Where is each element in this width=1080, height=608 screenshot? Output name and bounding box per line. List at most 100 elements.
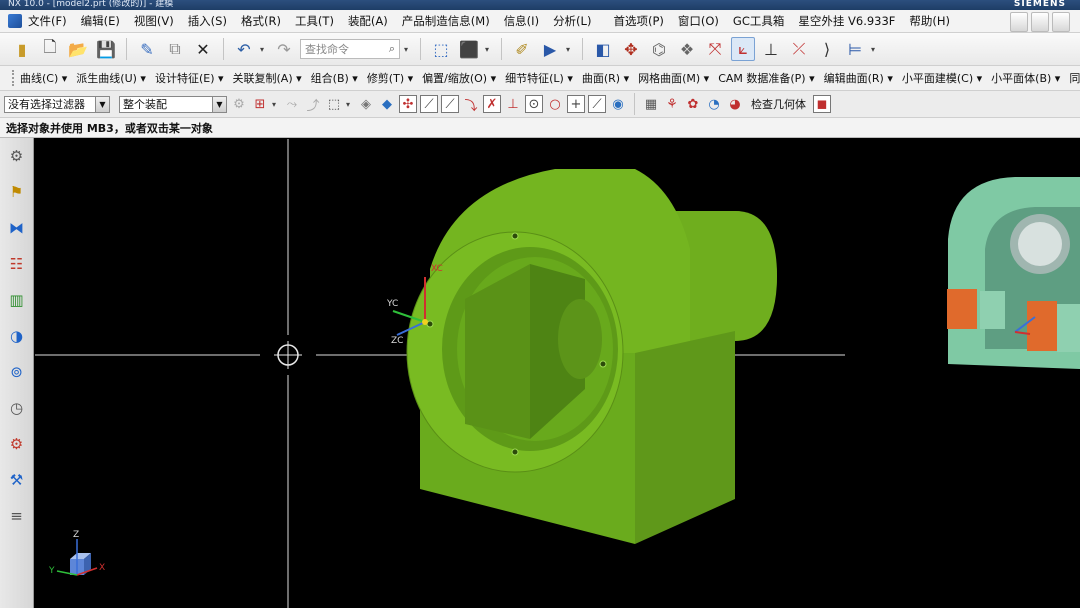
- transform-icon[interactable]: ⤧: [703, 37, 727, 61]
- grid-icon[interactable]: ▦: [642, 95, 660, 113]
- type-filter-select[interactable]: 没有选择过滤器 ▼: [4, 95, 110, 113]
- undo-icon[interactable]: ↶: [232, 37, 256, 61]
- wave-link-icon[interactable]: ✿: [684, 95, 702, 113]
- wcs-display-icon[interactable]: ⟩: [815, 37, 839, 61]
- move-icon[interactable]: ✥: [619, 37, 643, 61]
- menu-view[interactable]: 视图(V): [134, 13, 174, 29]
- cmd-facet-body[interactable]: 小平面体(B) ▾: [991, 70, 1060, 86]
- menu-gc-toolkit[interactable]: GC工具箱: [733, 13, 784, 29]
- menu-tools[interactable]: 工具(T): [295, 13, 334, 29]
- rectangle-select-icon[interactable]: ⬚: [325, 95, 343, 113]
- cmd-detail-feature[interactable]: 细节特征(L) ▾: [505, 70, 573, 86]
- control-point-icon[interactable]: ⤵: [462, 95, 480, 114]
- menu-window[interactable]: 窗口(O): [678, 13, 719, 29]
- process-studio-icon[interactable]: ⚒: [5, 466, 29, 494]
- feature-icon[interactable]: ⬛: [457, 37, 481, 61]
- assembly-nav-icon[interactable]: ⚘: [663, 95, 681, 113]
- nx-app-icon[interactable]: [8, 14, 22, 28]
- intersection-point-icon[interactable]: ✗: [483, 95, 501, 113]
- search-dropdown-icon[interactable]: ▾: [404, 45, 412, 54]
- history-icon[interactable]: ◷: [5, 394, 29, 422]
- bearing-housing-part[interactable]: [406, 169, 777, 544]
- layer-icon[interactable]: ◧: [591, 37, 615, 61]
- part-navigator-icon[interactable]: ☷: [5, 250, 29, 278]
- curve-rule-icon[interactable]: ⤳: [283, 95, 301, 113]
- mid-point-icon[interactable]: ⟋: [441, 95, 459, 113]
- body-select-icon[interactable]: ◈: [357, 95, 375, 113]
- new-file-icon[interactable]: 🗋: [38, 37, 62, 61]
- undo-dropdown-icon[interactable]: ▾: [260, 45, 268, 54]
- command-search-input[interactable]: 查找命令 ⌕: [300, 39, 400, 59]
- blend-icon[interactable]: ❖: [675, 37, 699, 61]
- cmd-combine[interactable]: 组合(B) ▾: [311, 70, 358, 86]
- cmd-surface[interactable]: 曲面(R) ▾: [582, 70, 629, 86]
- cmd-edit-surface[interactable]: 编辑曲面(R) ▾: [824, 70, 893, 86]
- feature-select-dropdown-icon[interactable]: ▾: [272, 100, 280, 109]
- menu-help[interactable]: 帮助(H): [909, 13, 950, 29]
- measure-icon[interactable]: ⊨: [843, 37, 867, 61]
- cmd-derived-curve[interactable]: 派生曲线(U) ▾: [76, 70, 146, 86]
- cmd-curve[interactable]: 曲线(C) ▾: [20, 70, 67, 86]
- feature-select-icon[interactable]: ⊞: [251, 95, 269, 113]
- filter-reset-icon[interactable]: ⚙: [230, 95, 248, 113]
- select-dropdown-icon[interactable]: ▾: [566, 45, 574, 54]
- stop-icon[interactable]: ◼: [813, 95, 831, 113]
- toolbar-grip[interactable]: [12, 70, 14, 86]
- graphics-viewport[interactable]: YC ZC XC Z X Y: [35, 139, 1080, 608]
- measure-dropdown-icon[interactable]: ▾: [871, 45, 879, 54]
- menu-file[interactable]: 文件(F): [28, 13, 67, 29]
- blank-icon[interactable]: ◔: [705, 95, 723, 113]
- check-geometry-button[interactable]: 检查几何体: [751, 96, 806, 112]
- existing-point-icon[interactable]: +: [567, 95, 585, 113]
- point-on-curve-icon[interactable]: ⟋: [588, 95, 606, 113]
- feature-dropdown-icon[interactable]: ▾: [485, 45, 493, 54]
- edit-object-icon[interactable]: ✎: [135, 37, 159, 61]
- hd3d-tools-icon[interactable]: ◑: [5, 322, 29, 350]
- snap-point-icon[interactable]: ✣: [399, 95, 417, 113]
- cmd-mesh-surface[interactable]: 网格曲面(M) ▾: [638, 70, 709, 86]
- circle-center-icon[interactable]: ⊙: [525, 95, 543, 113]
- wcs-rotate-icon[interactable]: ⤫: [787, 37, 811, 61]
- wcs-origin-icon[interactable]: ⊥: [759, 37, 783, 61]
- extrude-icon[interactable]: ⬚: [429, 37, 453, 61]
- menu-assembly[interactable]: 装配(A): [348, 13, 388, 29]
- wcs-orient-icon[interactable]: ⟀: [731, 37, 755, 61]
- secondary-part-preview[interactable]: [947, 177, 1080, 369]
- menu-plugin[interactable]: 星空外挂 V6.933F: [798, 13, 895, 29]
- menu-edit[interactable]: 编辑(E): [81, 13, 120, 29]
- system-materials-icon[interactable]: ⚙: [5, 430, 29, 458]
- copy-icon[interactable]: ⧉: [163, 37, 187, 61]
- reuse-library-icon[interactable]: ▥: [5, 286, 29, 314]
- menu-format[interactable]: 格式(R): [241, 13, 281, 29]
- constraint-navigator-icon[interactable]: ⧓: [5, 214, 29, 242]
- show-icon[interactable]: ◕: [726, 95, 744, 113]
- menu-analysis[interactable]: 分析(L): [553, 13, 591, 29]
- start-icon[interactable]: ▮: [10, 37, 34, 61]
- end-point-icon[interactable]: ⟋: [420, 95, 438, 113]
- ui-gear-icon[interactable]: ⚙: [5, 142, 29, 170]
- menu-pmi[interactable]: 产品制造信息(M): [402, 13, 490, 29]
- arc-center-icon[interactable]: ⊥: [504, 95, 522, 113]
- point-on-face-icon[interactable]: ◉: [609, 95, 627, 113]
- cmd-cam-prep[interactable]: CAM 数据准备(P) ▾: [718, 70, 814, 86]
- cmd-trim[interactable]: 修剪(T) ▾: [367, 70, 413, 86]
- cmd-offset-scale[interactable]: 偏置/缩放(O) ▾: [422, 70, 496, 86]
- delete-icon[interactable]: ✕: [191, 37, 215, 61]
- web-browser-icon[interactable]: ⊚: [5, 358, 29, 386]
- save-icon[interactable]: 💾: [94, 37, 118, 61]
- cylinder-icon[interactable]: ⌬: [647, 37, 671, 61]
- menu-preferences[interactable]: 首选项(P): [613, 13, 663, 29]
- sketch-icon[interactable]: ✐: [510, 37, 534, 61]
- selection-scope-select[interactable]: 整个装配 ▼: [119, 95, 227, 113]
- face-rule-icon[interactable]: ⤴: [304, 95, 322, 114]
- rectangle-select-dropdown-icon[interactable]: ▾: [346, 100, 354, 109]
- menu-information[interactable]: 信息(I): [504, 13, 539, 29]
- cmd-design-feature[interactable]: 设计特征(E) ▾: [155, 70, 224, 86]
- model-canvas[interactable]: YC ZC XC Z X Y: [35, 139, 1080, 608]
- cmd-associative-copy[interactable]: 关联复制(A) ▾: [233, 70, 302, 86]
- select-icon[interactable]: ▶: [538, 37, 562, 61]
- cmd-facet-modeling[interactable]: 小平面建模(C) ▾: [902, 70, 982, 86]
- assembly-navigator-icon[interactable]: ⚑: [5, 178, 29, 206]
- quadrant-point-icon[interactable]: ○: [546, 95, 564, 113]
- redo-icon[interactable]: ↷: [272, 37, 296, 61]
